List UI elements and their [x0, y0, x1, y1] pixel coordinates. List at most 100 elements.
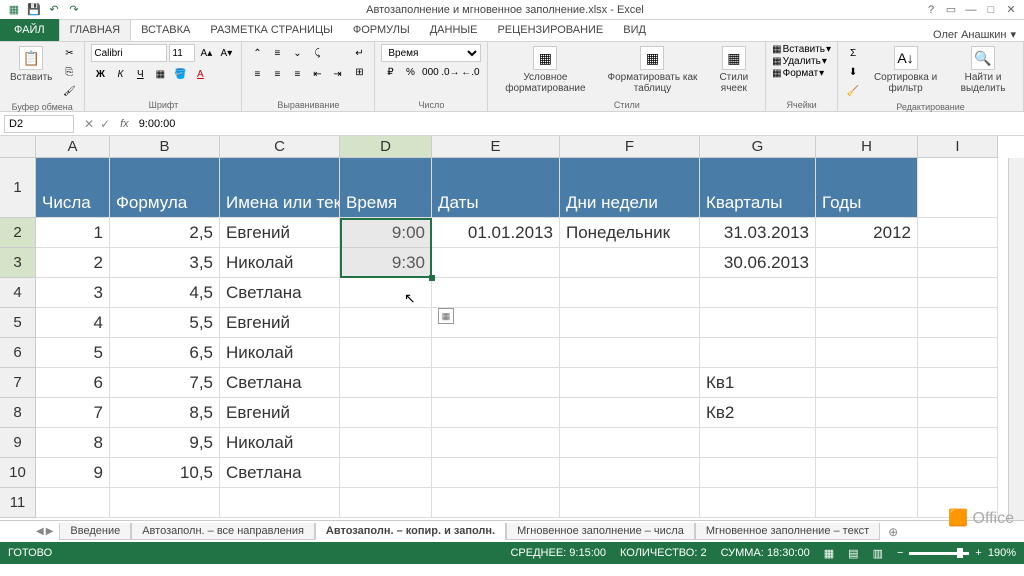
cell-A9[interactable]: 8: [36, 428, 110, 458]
cell-B3[interactable]: 3,5: [110, 248, 220, 278]
cell-styles-button[interactable]: ▦ Стили ячеек: [709, 44, 760, 96]
name-box[interactable]: D2: [4, 115, 74, 133]
cut-icon[interactable]: ✂: [60, 44, 78, 62]
ribbon-toggle-icon[interactable]: ▭: [942, 2, 960, 18]
cell-I5[interactable]: [918, 308, 998, 338]
row-header-5[interactable]: 5: [0, 308, 36, 338]
cell-A10[interactable]: 9: [36, 458, 110, 488]
shrink-font-icon[interactable]: A▾: [217, 44, 235, 62]
select-all-corner[interactable]: [0, 136, 36, 158]
cell-A5[interactable]: 4: [36, 308, 110, 338]
autosum-icon[interactable]: Σ: [844, 44, 862, 62]
cell-F10[interactable]: [560, 458, 700, 488]
tab-page-layout[interactable]: РАЗМЕТКА СТРАНИЦЫ: [200, 19, 342, 41]
cell-E7[interactable]: [432, 368, 560, 398]
row-header-10[interactable]: 10: [0, 458, 36, 488]
cell-D1[interactable]: Время: [340, 158, 432, 218]
cell-H6[interactable]: [816, 338, 918, 368]
help-icon[interactable]: ?: [922, 2, 940, 18]
cell-G9[interactable]: [700, 428, 816, 458]
cell-I10[interactable]: [918, 458, 998, 488]
format-table-button[interactable]: ▦ Форматировать как таблицу: [600, 44, 704, 96]
indent-dec-icon[interactable]: ⇤: [308, 65, 326, 83]
cell-B4[interactable]: 4,5: [110, 278, 220, 308]
align-top-icon[interactable]: ⌃: [248, 44, 266, 62]
sheet-tab-1[interactable]: Автозаполн. – все направления: [131, 523, 315, 540]
cell-A11[interactable]: [36, 488, 110, 518]
cell-A3[interactable]: 2: [36, 248, 110, 278]
cell-G6[interactable]: [700, 338, 816, 368]
cell-H7[interactable]: [816, 368, 918, 398]
cell-E4[interactable]: [432, 278, 560, 308]
align-center-icon[interactable]: ≡: [268, 65, 286, 83]
cell-A4[interactable]: 3: [36, 278, 110, 308]
cell-A8[interactable]: 7: [36, 398, 110, 428]
cell-B6[interactable]: 6,5: [110, 338, 220, 368]
zoom-value[interactable]: 190%: [988, 547, 1016, 559]
cell-E8[interactable]: [432, 398, 560, 428]
cell-C3[interactable]: Николай: [220, 248, 340, 278]
cell-H2[interactable]: 2012: [816, 218, 918, 248]
cell-A6[interactable]: 5: [36, 338, 110, 368]
save-icon[interactable]: 💾: [26, 2, 42, 18]
col-header-D[interactable]: D: [340, 136, 432, 158]
cell-D4[interactable]: [340, 278, 432, 308]
view-break-icon[interactable]: ▥: [873, 547, 883, 560]
cell-I6[interactable]: [918, 338, 998, 368]
percent-icon[interactable]: %: [401, 63, 419, 81]
cell-D9[interactable]: [340, 428, 432, 458]
cell-D2[interactable]: 9:00: [340, 218, 432, 248]
conditional-format-button[interactable]: ▦ Условное форматирование: [494, 44, 596, 96]
undo-icon[interactable]: ↶: [46, 2, 62, 18]
row-header-7[interactable]: 7: [0, 368, 36, 398]
autofill-options-button[interactable]: ▦: [438, 308, 454, 324]
cell-G4[interactable]: [700, 278, 816, 308]
row-header-8[interactable]: 8: [0, 398, 36, 428]
cell-G11[interactable]: [700, 488, 816, 518]
italic-icon[interactable]: К: [111, 65, 129, 83]
cell-B11[interactable]: [110, 488, 220, 518]
cell-B9[interactable]: 9,5: [110, 428, 220, 458]
cell-D11[interactable]: [340, 488, 432, 518]
cell-I7[interactable]: [918, 368, 998, 398]
cell-F2[interactable]: Понедельник: [560, 218, 700, 248]
row-header-1[interactable]: 1: [0, 158, 36, 218]
sheet-tab-0[interactable]: Введение: [59, 523, 131, 540]
row-header-3[interactable]: 3: [0, 248, 36, 278]
tab-review[interactable]: РЕЦЕНЗИРОВАНИЕ: [487, 19, 613, 41]
copy-icon[interactable]: ⎘: [60, 63, 78, 81]
tab-formulas[interactable]: ФОРМУЛЫ: [343, 19, 420, 41]
cell-I4[interactable]: [918, 278, 998, 308]
zoom-slider[interactable]: [909, 552, 969, 555]
cell-E11[interactable]: [432, 488, 560, 518]
currency-icon[interactable]: ₽: [381, 63, 399, 81]
underline-icon[interactable]: Ч: [131, 65, 149, 83]
view-page-icon[interactable]: ▤: [848, 547, 858, 560]
row-header-11[interactable]: 11: [0, 488, 36, 518]
cell-H3[interactable]: [816, 248, 918, 278]
format-painter-icon[interactable]: 🖌: [60, 82, 78, 100]
cell-C2[interactable]: Евгений: [220, 218, 340, 248]
cell-F1[interactable]: Дни недели: [560, 158, 700, 218]
zoom-control[interactable]: − + 190%: [897, 547, 1016, 559]
font-color-icon[interactable]: A: [191, 65, 209, 83]
cell-G8[interactable]: Кв2: [700, 398, 816, 428]
cell-G5[interactable]: [700, 308, 816, 338]
cell-G7[interactable]: Кв1: [700, 368, 816, 398]
zoom-in-icon[interactable]: +: [975, 547, 981, 559]
sheet-tab-2[interactable]: Автозаполн. – копир. и заполн.: [315, 523, 506, 540]
redo-icon[interactable]: ↷: [66, 2, 82, 18]
cell-F8[interactable]: [560, 398, 700, 428]
indent-inc-icon[interactable]: ⇥: [328, 65, 346, 83]
cell-C10[interactable]: Светлана: [220, 458, 340, 488]
col-header-G[interactable]: G: [700, 136, 816, 158]
cell-A2[interactable]: 1: [36, 218, 110, 248]
align-left-icon[interactable]: ≡: [248, 65, 266, 83]
cell-B2[interactable]: 2,5: [110, 218, 220, 248]
cell-A7[interactable]: 6: [36, 368, 110, 398]
cell-H1[interactable]: Годы: [816, 158, 918, 218]
cell-C11[interactable]: [220, 488, 340, 518]
sheet-next-icon[interactable]: ▶: [46, 526, 54, 537]
close-icon[interactable]: ✕: [1002, 2, 1020, 18]
cell-D6[interactable]: [340, 338, 432, 368]
